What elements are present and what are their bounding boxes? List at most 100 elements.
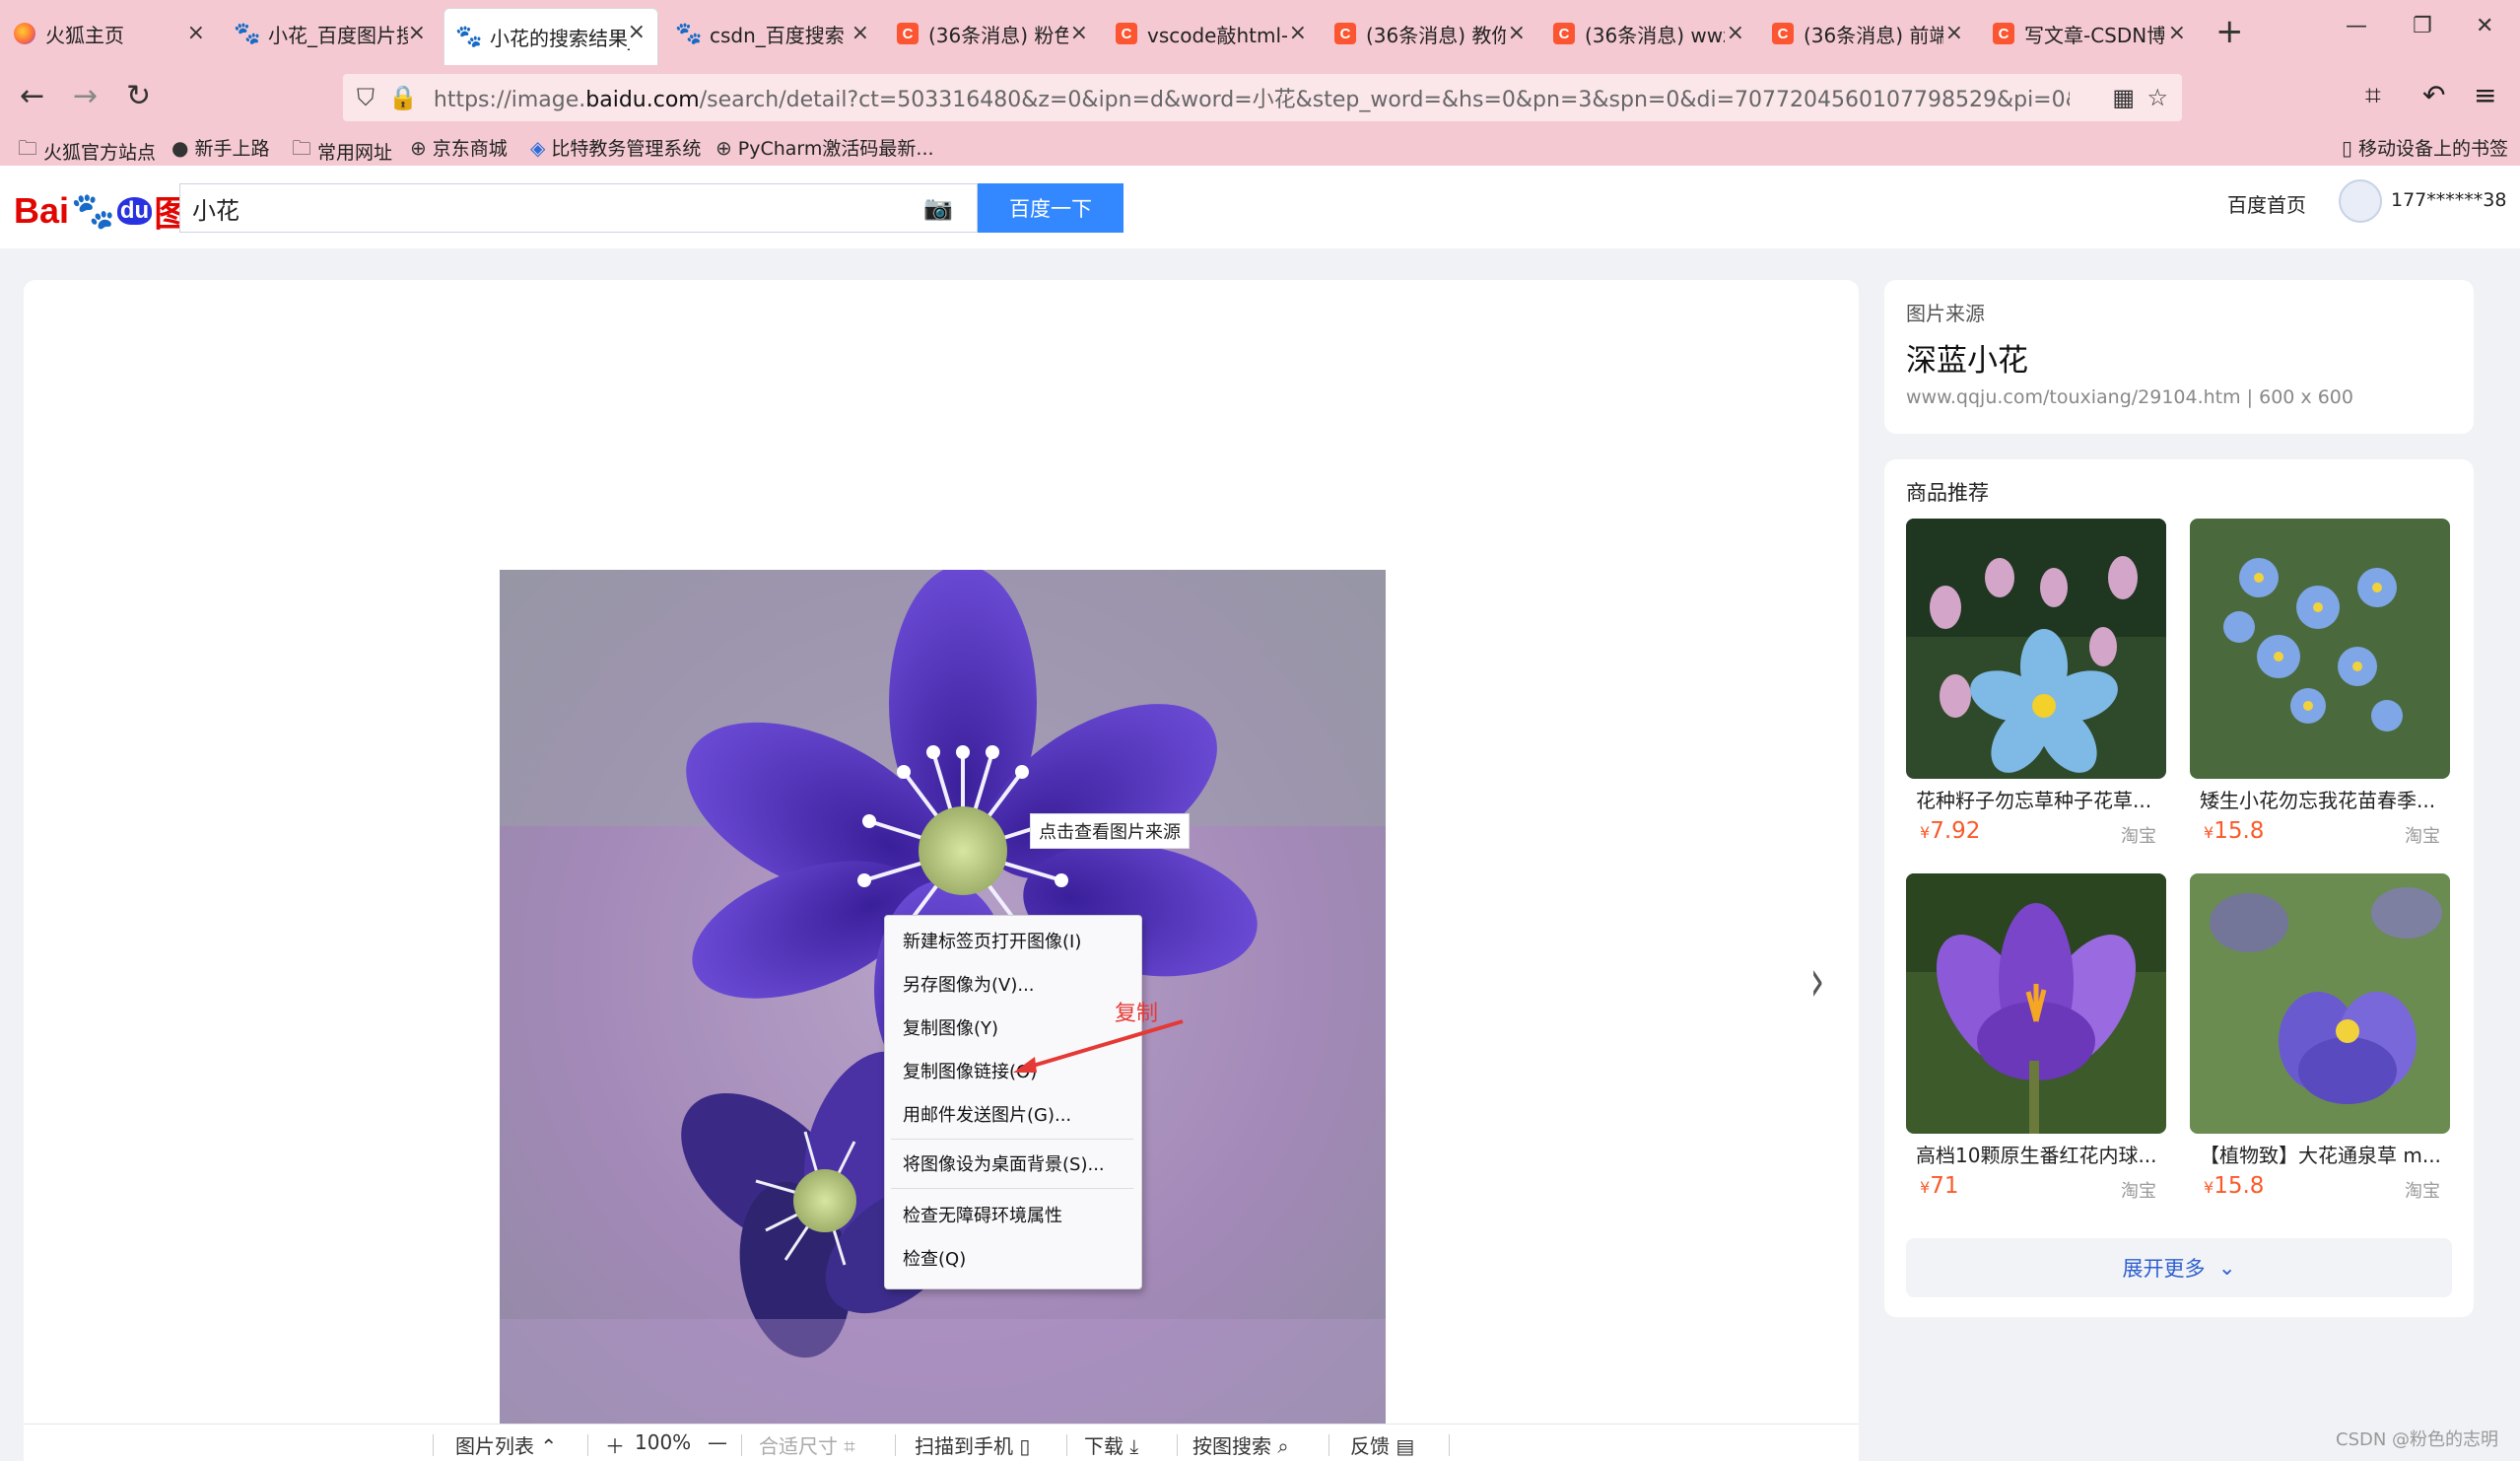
product-image-svg <box>2190 873 2450 1134</box>
scan-to-phone-button[interactable]: 扫描到手机 ▯ <box>915 1430 1030 1459</box>
product-title[interactable]: 【植物致】大花通泉草 m... <box>2200 1140 2444 1168</box>
close-icon[interactable]: × <box>851 21 869 45</box>
product-image[interactable] <box>1906 519 2166 779</box>
globe-icon: ⊕ <box>715 135 732 160</box>
product-image[interactable] <box>2190 873 2450 1134</box>
toolbar-divider <box>1177 1434 1178 1456</box>
close-icon[interactable]: × <box>1945 21 1963 45</box>
tab-csdn-3[interactable]: C (36条消息) 教你快 × <box>1321 10 1537 57</box>
download-button[interactable]: 下载 ⤓ <box>1084 1430 1138 1459</box>
menu-item-email-image[interactable]: 用邮件发送图片(G)... <box>903 1101 1071 1127</box>
tab-csdn-write[interactable]: C 写文章-CSDN博客 × <box>1979 10 2198 57</box>
username[interactable]: 177******38 <box>2391 189 2506 211</box>
menu-item-save-image[interactable]: 另存图像为(V)... <box>903 971 1035 997</box>
toolbar-divider <box>1066 1434 1067 1456</box>
reload-icon[interactable]: ↻ <box>126 79 151 113</box>
menu-icon[interactable]: ≡ <box>2474 79 2496 111</box>
logo-text: du <box>116 197 153 225</box>
toolbar-divider <box>741 1434 742 1456</box>
baidu-home-link[interactable]: 百度首页 <box>2227 189 2306 218</box>
forward-icon[interactable]: → <box>73 79 98 113</box>
tab-csdn-1[interactable]: C (36条消息) 粉色的 × <box>883 10 1100 57</box>
new-tab-button[interactable]: + <box>2215 12 2244 51</box>
search-button[interactable]: 百度一下 <box>978 183 1124 233</box>
search-input[interactable] <box>190 193 904 223</box>
search-box: 📷 <box>179 183 978 233</box>
address-bar[interactable]: ⛉ 🔒 https://image.baidu.com/search/detai… <box>343 74 2182 121</box>
product-card[interactable]: 矮生小花勿忘我花苗春季... ¥15.8 淘宝 <box>2190 519 2450 854</box>
back-icon[interactable]: ← <box>20 79 44 113</box>
product-image[interactable] <box>1906 873 2166 1134</box>
menu-item-copy-image[interactable]: 复制图像(Y) <box>903 1014 998 1040</box>
fit-size-button[interactable]: 合适尺寸 ⌗ <box>759 1430 855 1459</box>
product-card[interactable]: 【植物致】大花通泉草 m... ¥15.8 淘宝 <box>2190 873 2450 1209</box>
product-title[interactable]: 花种籽子勿忘草种子花草... <box>1916 785 2160 813</box>
product-card[interactable]: 高档10颗原生番红花内球... ¥71 淘宝 <box>1906 873 2166 1209</box>
download-icon: ⤓ <box>1129 1434 1139 1458</box>
close-icon[interactable]: × <box>1727 21 1744 45</box>
bookmark-item[interactable]: 🗀 常用网址 <box>292 134 392 168</box>
image-search-button[interactable]: 按图搜索 ⌕ <box>1192 1430 1289 1459</box>
shield-icon[interactable]: ⛉ <box>357 84 375 111</box>
tab-active-search-result[interactable]: 🐾 小花的搜索结果_百度图片 × <box>443 8 658 65</box>
close-icon[interactable]: × <box>628 20 646 44</box>
lock-icon[interactable]: 🔒 <box>388 84 418 111</box>
screenshot-icon[interactable]: ⌗ <box>2365 79 2381 112</box>
zoom-in-button[interactable]: ＋ <box>605 1430 625 1459</box>
product-price: ¥7.92 <box>1920 818 1981 844</box>
tab-firefox-home[interactable]: 火狐主页 × <box>0 10 217 57</box>
close-window-icon[interactable]: ✕ <box>2476 14 2493 38</box>
bookmark-item[interactable]: ● 新手上路 <box>171 134 269 161</box>
url-domain: baidu.com <box>585 88 700 112</box>
toolbar-divider <box>1449 1434 1450 1456</box>
tab-csdn-5[interactable]: C (36条消息) 前端 × <box>1758 10 1975 57</box>
tab-csdn-baidu[interactable]: 🐾 csdn_百度搜索 × <box>664 10 881 57</box>
product-title[interactable]: 高档10颗原生番红花内球... <box>1916 1140 2160 1168</box>
bookmark-item[interactable]: ⊕ 京东商城 <box>410 134 508 161</box>
product-shop: 淘宝 <box>2121 1181 2156 1202</box>
product-recommendations: 商品推荐 花种籽子勿忘草种子花草... ¥7.92 淘宝 矮生小花勿忘我花苗春季… <box>1884 459 2474 1317</box>
tab-csdn-2[interactable]: C vscode敲html- C × <box>1102 10 1319 57</box>
close-icon[interactable]: × <box>1508 21 1526 45</box>
menu-item-accessibility[interactable]: 检查无障碍环境属性 <box>903 1202 1062 1227</box>
menu-item-set-background[interactable]: 将图像设为桌面背景(S)... <box>903 1150 1105 1176</box>
close-icon[interactable]: × <box>1070 21 1088 45</box>
undo-icon[interactable]: ↶ <box>2422 79 2445 111</box>
mobile-bookmarks[interactable]: ▯ 移动设备上的书签 <box>2342 134 2508 161</box>
site-header: Bai 🐾 du 图片 📷 百度一下 百度首页 177******38 <box>0 166 2520 248</box>
bookmark-item[interactable]: ⊕ PyCharm激活码最新... <box>715 134 934 161</box>
tab-baidu-image-search[interactable]: 🐾 小花_百度图片搜索 × <box>223 10 438 57</box>
toolbar-label: 扫描到手机 <box>915 1434 1013 1458</box>
csdn-icon: C <box>1772 23 1794 44</box>
annotation-label: 复制 <box>1115 1002 1159 1026</box>
star-icon[interactable]: ☆ <box>2146 84 2168 111</box>
tab-csdn-4[interactable]: C (36条消息) wwzz × <box>1539 10 1756 57</box>
expand-more-button[interactable]: 展开更多 ⌄ <box>1906 1238 2452 1297</box>
close-icon[interactable]: × <box>1289 21 1307 45</box>
image-list-button[interactable]: 图片列表 ⌃ <box>455 1430 557 1459</box>
menu-item-inspect[interactable]: 检查(Q) <box>903 1245 966 1271</box>
product-card[interactable]: 花种籽子勿忘草种子花草... ¥7.92 淘宝 <box>1906 519 2166 854</box>
close-icon[interactable]: × <box>408 21 426 45</box>
feedback-button[interactable]: 反馈 ▤ <box>1350 1430 1414 1459</box>
source-info[interactable]: www.qqju.com/touxiang/29104.htm | 600 x … <box>1906 386 2353 408</box>
close-icon[interactable]: × <box>187 21 205 45</box>
source-title[interactable]: 深蓝小花 <box>1906 335 2028 380</box>
product-title[interactable]: 矮生小花勿忘我花苗春季... <box>2200 785 2444 813</box>
restore-icon[interactable]: ❐ <box>2413 14 2432 38</box>
camera-icon[interactable]: 📷 <box>923 194 953 222</box>
close-icon[interactable]: × <box>2168 21 2186 45</box>
menu-item-open-new-tab[interactable]: 新建标签页打开图像(I) <box>903 928 1081 953</box>
avatar[interactable] <box>2339 179 2382 223</box>
next-image-arrow-icon[interactable]: › <box>1810 946 1824 1015</box>
product-shop: 淘宝 <box>2405 1181 2440 1202</box>
zoom-out-button[interactable]: — <box>708 1430 727 1454</box>
url-prefix: https://image. <box>433 88 586 112</box>
product-image[interactable] <box>2190 519 2450 779</box>
bookmark-item[interactable]: 🗀 火狐官方站点 <box>18 134 156 168</box>
minimize-icon[interactable]: — <box>2346 14 2367 38</box>
bookmark-item[interactable]: ◈ 比特教务管理系统 <box>530 134 701 161</box>
url-text[interactable]: https://image.baidu.com/search/detail?ct… <box>434 82 2070 113</box>
qrcode-icon[interactable]: ▦ <box>2112 84 2135 111</box>
zoom-level: 100% <box>635 1430 692 1454</box>
